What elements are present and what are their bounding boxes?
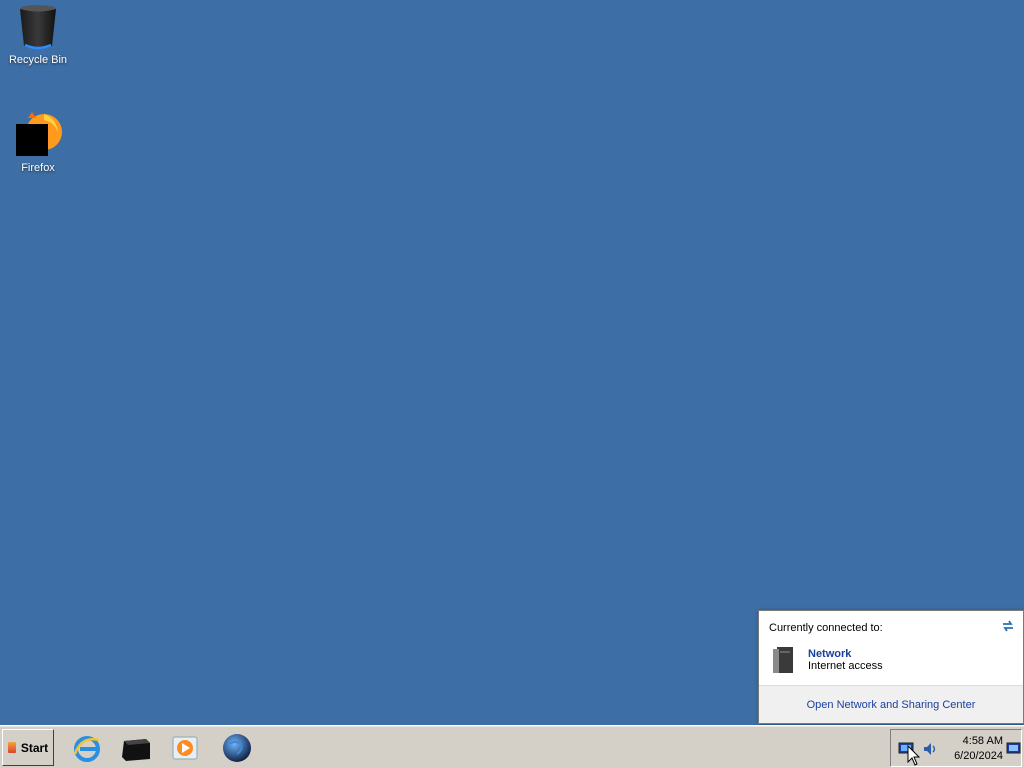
desktop-icon-recycle-bin[interactable]: Recycle Bin — [0, 4, 76, 66]
network-server-icon — [773, 647, 793, 673]
taskbar-media-player[interactable] — [167, 730, 203, 766]
volume-icon[interactable] — [922, 741, 938, 757]
network-name: Network — [808, 648, 852, 660]
taskbar-globe-app[interactable] — [219, 730, 255, 766]
internet-explorer-icon — [73, 736, 100, 762]
firefox-icon — [16, 112, 62, 156]
start-button[interactable]: Start — [2, 729, 54, 766]
clock-date: 6/20/2024 — [954, 750, 1003, 762]
mouse-cursor-icon — [907, 745, 921, 766]
recycle-bin-icon — [20, 5, 56, 50]
connected-to-label: Currently connected to: — [769, 622, 883, 634]
network-flyout: Currently connected to: Network Internet… — [758, 610, 1024, 724]
desktop-icon-firefox[interactable]: Firefox — [0, 108, 76, 174]
file-explorer-icon — [122, 739, 150, 761]
clock[interactable]: 4:58 AM 6/20/2024 — [945, 734, 1003, 764]
taskbar: Start 4:58 AM 6/20/2024 — [0, 725, 1024, 768]
show-desktop-icon[interactable] — [1006, 741, 1021, 755]
taskbar-internet-explorer[interactable] — [69, 730, 105, 766]
flyout-footer: Open Network and Sharing Center — [759, 685, 1023, 723]
taskbar-file-explorer[interactable] — [118, 730, 154, 766]
open-network-sharing-center-link[interactable]: Open Network and Sharing Center — [807, 699, 976, 711]
desktop-icon-label: Firefox — [21, 162, 55, 174]
network-entry[interactable]: Network Internet access — [771, 645, 883, 675]
start-logo-icon — [7, 742, 16, 753]
globe-icon — [223, 734, 251, 762]
start-label: Start — [20, 740, 49, 755]
media-player-icon — [172, 736, 198, 760]
clock-time: 4:58 AM — [962, 735, 1003, 747]
desktop-icon-label: Recycle Bin — [8, 54, 68, 66]
refresh-icon[interactable] — [1000, 618, 1016, 634]
network-status: Internet access — [808, 660, 883, 672]
